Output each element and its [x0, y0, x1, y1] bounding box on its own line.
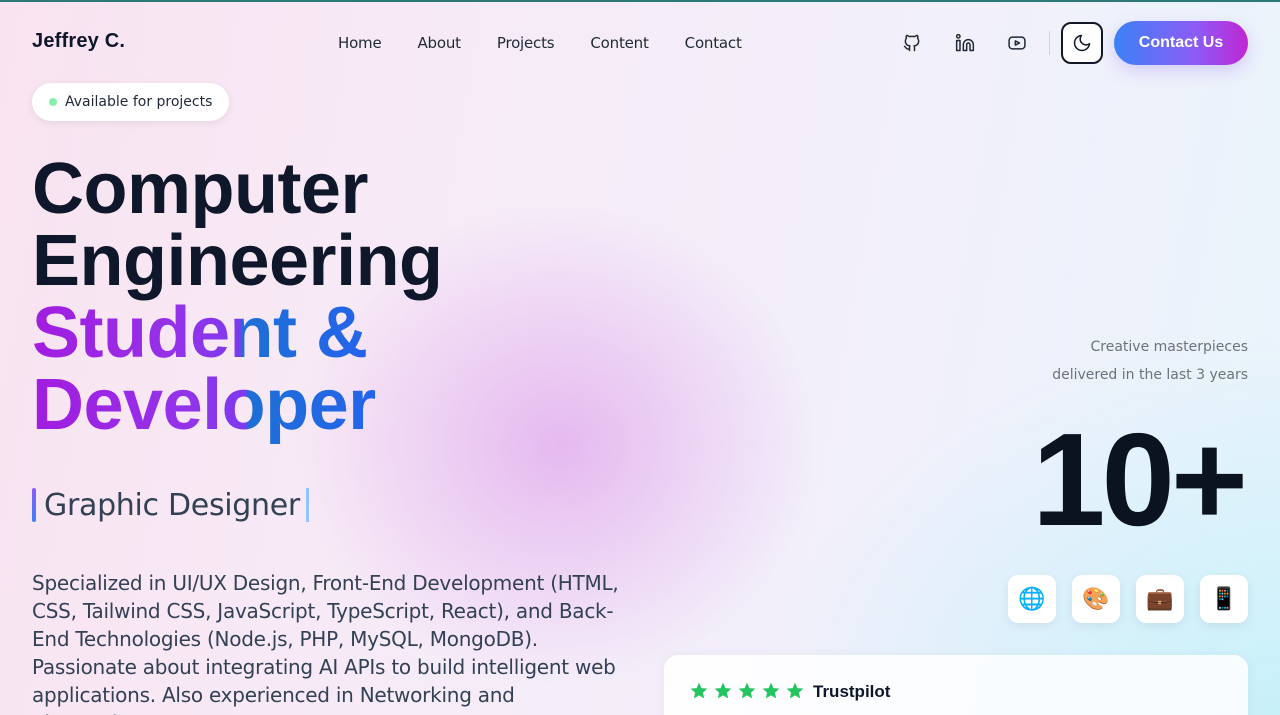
github-icon[interactable] [899, 30, 925, 56]
headline-line-3: Student & [32, 297, 443, 369]
nav-home[interactable]: Home [338, 34, 382, 52]
star-icon [762, 682, 780, 699]
status-dot [49, 98, 57, 106]
skill-chips: 🌐 🎨 💼 📱 [1008, 575, 1248, 623]
top-accent-line [0, 0, 1280, 2]
typed-role: Graphic Designer [32, 487, 309, 523]
headline-line-4: Developer [32, 369, 443, 441]
linkedin-icon[interactable] [952, 30, 978, 56]
contact-us-button[interactable]: Contact Us [1114, 21, 1248, 65]
headline-line-2: Engineering [32, 221, 443, 301]
theme-toggle-button[interactable] [1061, 22, 1103, 64]
mobile-phone-icon: 📱 [1200, 575, 1248, 623]
availability-badge: Available for projects [32, 83, 230, 121]
hero-headline: Computer Engineering Student & Developer [32, 153, 443, 441]
star-icon [714, 682, 732, 699]
header-divider [1049, 31, 1050, 55]
moon-icon [1073, 34, 1091, 52]
headline-line-4-text: Developer [32, 365, 376, 445]
nav-content[interactable]: Content [590, 34, 648, 52]
globe-icon: 🌐 [1008, 575, 1056, 623]
role-text: Graphic Designer [44, 487, 300, 523]
headline-line-1: Computer [32, 149, 368, 229]
role-accent-bar [32, 488, 36, 522]
hero-description: Specialized in UI/UX Design, Front-End D… [32, 571, 619, 715]
stat-caption-line-2: delivered in the last 3 years [1052, 367, 1248, 383]
star-rating [689, 681, 805, 701]
brand-logo[interactable]: Jeffrey C. [32, 30, 125, 53]
youtube-icon[interactable] [1004, 30, 1030, 56]
nav-about[interactable]: About [418, 34, 462, 52]
review-card: Trustpilot [664, 655, 1248, 715]
star-icon [786, 682, 804, 699]
main-nav: Home About Projects Content Contact [338, 34, 742, 52]
star-icon [738, 682, 756, 699]
stat-value: 10+ [1032, 406, 1248, 553]
headline-line-3-text: Student & [32, 293, 368, 373]
availability-text: Available for projects [65, 94, 213, 110]
stat-caption: Creative masterpieces delivered in the l… [1052, 333, 1248, 389]
palette-icon: 🎨 [1072, 575, 1120, 623]
briefcase-icon: 💼 [1136, 575, 1184, 623]
nav-contact[interactable]: Contact [685, 34, 742, 52]
nav-projects[interactable]: Projects [497, 34, 555, 52]
stat-caption-line-1: Creative masterpieces [1090, 339, 1248, 355]
typing-caret [305, 488, 309, 522]
star-icon [690, 682, 708, 699]
review-source: Trustpilot [813, 682, 891, 701]
